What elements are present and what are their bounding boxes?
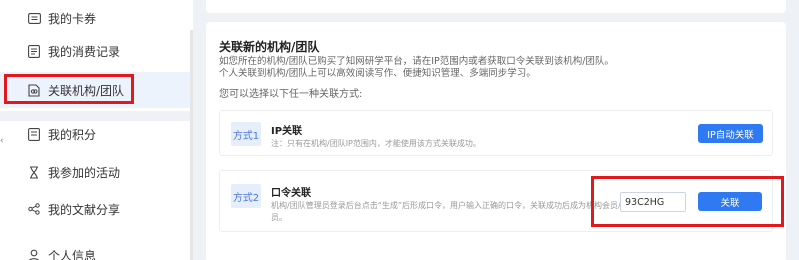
sidebar-item-label: 我参加的活动 (48, 165, 121, 180)
card-note-line-1: 机构/团队管理员登录后台点击“生成”后形成口令，用户输入正确的口令，关联成功后成… (271, 201, 637, 210)
choose-method-text: 您可以选择以下任一种关联方式: (219, 89, 363, 100)
sidebar-item-personal-info[interactable]: 个人信息 (0, 237, 193, 260)
highlight-box-sidebar (4, 74, 134, 104)
method-badge: 方式2 (231, 184, 261, 208)
highlight-box-code (591, 176, 784, 227)
points-icon (27, 127, 41, 141)
sidebar-item-coupons[interactable]: 我的卡券 (0, 0, 193, 36)
ip-auto-link-button[interactable]: IP自动关联 (698, 124, 763, 143)
sidebar-item-label: 个人信息 (48, 248, 97, 260)
chevron-left-icon: ‹ (0, 136, 4, 146)
ticket-icon (27, 11, 41, 25)
receipt-icon (27, 44, 41, 58)
sidebar-item-label: 我的卡券 (48, 11, 97, 26)
sidebar-scrollbar[interactable] (190, 30, 193, 260)
top-panel (206, 0, 786, 13)
ip-link-card: 方式1 IP关联 注：只有在机构/团队IP范围内，才能使用该方式关联成功。 IP… (219, 110, 773, 156)
card-title: 口令关联 (271, 188, 311, 199)
card-note: 注：只有在机构/团队IP范围内，才能使用该方式关联成功。 (271, 139, 481, 148)
description-line-2: 个人关联到机构/团队上可以高效阅读写作、便捷知识管理、多端同步学习。 (219, 68, 536, 79)
sidebar-item-literature-share[interactable]: 我的文献分享 (0, 191, 193, 227)
method-badge: 方式1 (231, 122, 261, 146)
activity-icon (27, 165, 41, 179)
sidebar-item-label: 我的积分 (48, 127, 97, 142)
sidebar-item-activities[interactable]: 我参加的活动 (0, 154, 193, 190)
card-title: IP关联 (271, 126, 303, 137)
sidebar-item-label: 我的文献分享 (48, 202, 121, 217)
share-icon (27, 202, 41, 216)
card-note-line-2: 员。 (271, 213, 287, 222)
sidebar-item-points[interactable]: 我的积分 (0, 116, 193, 152)
sidebar-item-label: 我的消费记录 (48, 44, 121, 59)
sidebar: 我的卡券 我的消费记录 关联机构/团队 我的积分 我参加的活动 我的文献分享 个… (0, 0, 193, 260)
sidebar-item-consumption-records[interactable]: 我的消费记录 (0, 33, 193, 69)
user-icon (27, 248, 41, 260)
